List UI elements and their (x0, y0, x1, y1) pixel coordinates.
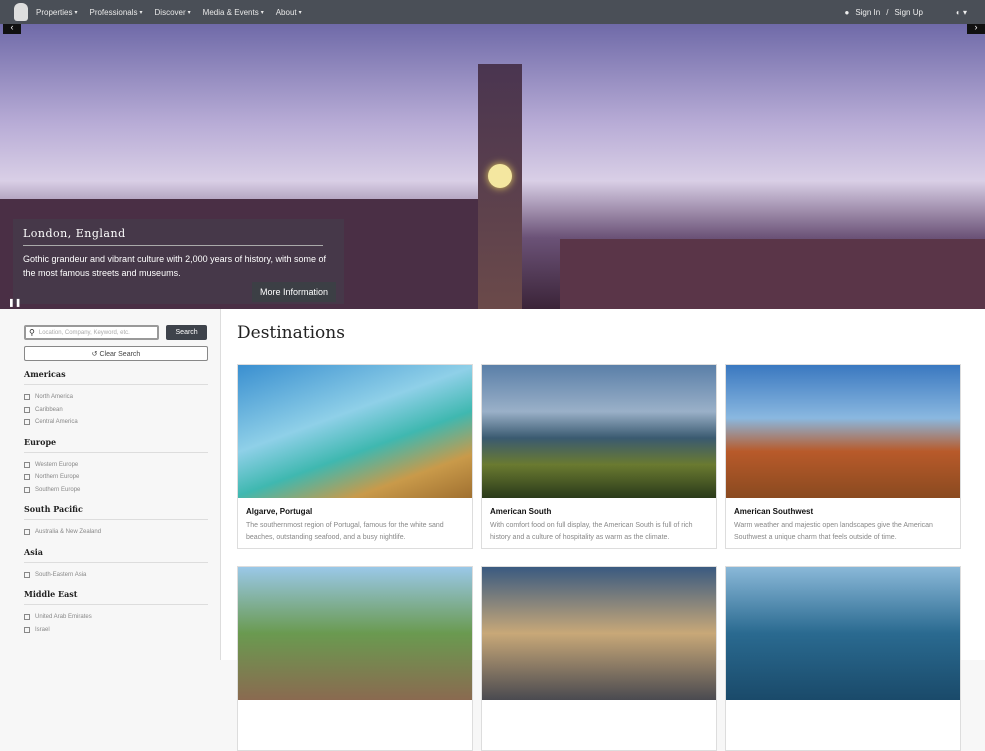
destination-card[interactable]: American South With comfort food on full … (481, 364, 717, 549)
nav-label: Discover (154, 7, 186, 17)
hero-text: Gothic grandeur and vibrant culture with… (23, 254, 326, 278)
sign-in-link[interactable]: Sign In (855, 8, 880, 17)
search-button[interactable]: Search (166, 325, 207, 340)
nav-discover[interactable]: Discover ▾ (155, 8, 191, 17)
nav-label: Professionals (89, 7, 138, 17)
destination-card[interactable]: Algarve, Portugal The southernmost region… (237, 364, 473, 549)
region-checkbox[interactable]: Southern Europe (24, 484, 207, 497)
checkbox-label: Israel (35, 626, 50, 633)
card-title[interactable]: American Southwest (734, 507, 952, 516)
checkbox-label: Central America (35, 419, 78, 426)
checkbox[interactable] (24, 571, 30, 578)
card-title[interactable]: American South (490, 507, 708, 516)
region-heading: Europe (24, 429, 208, 453)
nav-media-events[interactable]: Media & Events ▾ (203, 8, 264, 17)
checkbox-label: Northern Europe (35, 474, 80, 481)
page-title: Destinations (237, 323, 345, 343)
checkbox-label: North America (35, 394, 74, 401)
checkbox[interactable] (24, 626, 30, 633)
destination-image[interactable] (482, 365, 716, 498)
logo[interactable] (14, 3, 28, 21)
search-input[interactable]: ⚲ Location, Company, Keyword, etc. (24, 325, 160, 340)
region-heading: Americas (24, 361, 208, 385)
card-title[interactable]: Algarve, Portugal (246, 507, 464, 516)
user-icon: ● (844, 7, 850, 17)
card-text: Warm weather and majestic open landscape… (734, 522, 933, 541)
hero-carousel: London, England Gothic grandeur and vibr… (0, 24, 985, 309)
region-checkbox[interactable]: Israel (24, 624, 207, 637)
filter-sidebar: ⚲ Location, Company, Keyword, etc. Search… (0, 309, 221, 660)
checkbox[interactable] (24, 394, 30, 401)
card-text: With comfort food on full display, the A… (490, 522, 693, 541)
checkbox-label: Australia & New Zealand (35, 529, 102, 536)
checkbox[interactable] (24, 474, 30, 481)
top-navbar: Properties ▾ Professionals ▾ Discover ▾ Med… (0, 0, 985, 24)
region-checkbox[interactable]: Caribbean (24, 404, 207, 417)
destination-card[interactable] (237, 566, 473, 751)
clear-search-button[interactable]: ↺ Clear Search (24, 346, 208, 361)
region-heading: Asia (24, 539, 208, 563)
region-heading: Middle East (24, 581, 208, 605)
nav-professionals[interactable]: Professionals ▾ (89, 8, 142, 17)
region-checkbox[interactable]: Northern Europe (24, 471, 207, 484)
search-icon: ⚲ (29, 328, 35, 337)
checkbox[interactable] (24, 461, 30, 468)
checkbox[interactable] (24, 486, 30, 493)
card-text: The southernmost region of Portugal, fam… (246, 522, 444, 541)
destination-image[interactable] (726, 365, 960, 498)
sign-up-link[interactable]: Sign Up (894, 8, 922, 17)
nav-label: About (275, 7, 297, 17)
more-information-button[interactable]: More Information (252, 282, 337, 302)
hero-title: London, England (23, 227, 323, 246)
destination-card[interactable] (725, 566, 961, 751)
checkbox-label: Southern Europe (35, 486, 81, 493)
separator: / (886, 7, 889, 17)
destination-card[interactable]: American Southwest Warm weather and majes… (725, 364, 961, 549)
pause-icon[interactable]: ❚❚ (8, 298, 21, 307)
region-checkbox[interactable]: Western Europe (24, 459, 207, 472)
nav-about[interactable]: About ▾ (276, 8, 302, 17)
checkbox-label: United Arab Emirates (35, 614, 92, 621)
search-placeholder: Location, Company, Keyword, etc. (38, 329, 130, 336)
destination-image[interactable] (238, 365, 472, 498)
region-checkbox[interactable]: North America (24, 391, 207, 404)
region-heading: South Pacific (24, 496, 208, 520)
checkbox[interactable] (24, 529, 30, 536)
destinations-section: Destinations Algarve, Portugal The southe… (221, 309, 985, 751)
nav-label: Properties (36, 7, 73, 17)
destination-image[interactable] (726, 567, 960, 700)
region-checkbox[interactable]: United Arab Emirates (24, 611, 207, 624)
theme-toggle-icon[interactable]: ◐ ▾ (956, 8, 967, 17)
region-checkbox[interactable]: South-Eastern Asia (24, 569, 207, 582)
checkbox-label: Caribbean (35, 406, 63, 413)
checkbox[interactable] (24, 406, 30, 413)
destination-image[interactable] (238, 567, 472, 700)
checkbox[interactable] (24, 419, 30, 426)
checkbox-label: Western Europe (35, 461, 79, 468)
checkbox-label: South-Eastern Asia (35, 571, 87, 578)
region-checkbox[interactable]: Central America (24, 416, 207, 429)
nav-properties[interactable]: Properties ▾ (36, 8, 77, 17)
destination-card[interactable] (481, 566, 717, 751)
nav-label: Media & Events (202, 7, 259, 17)
checkbox[interactable] (24, 614, 30, 621)
region-checkbox[interactable]: Australia & New Zealand (24, 526, 207, 539)
destination-image[interactable] (482, 567, 716, 700)
